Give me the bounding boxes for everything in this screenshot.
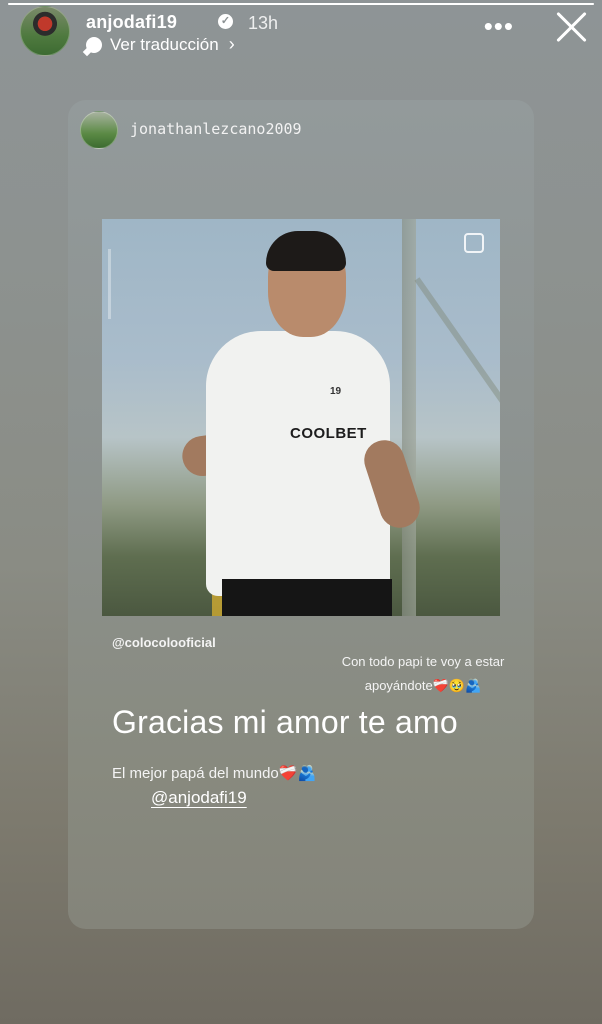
background-pole — [402, 219, 416, 616]
player-shirt — [206, 331, 390, 596]
shared-post-photo[interactable]: COOLBET 19 — [102, 219, 500, 616]
globe-icon — [86, 36, 102, 53]
post-time: 13h — [248, 13, 279, 33]
translate-link[interactable]: Ver traducción › — [86, 34, 235, 55]
multi-photo-icon — [464, 233, 484, 253]
chevron-right-icon: › — [228, 34, 235, 54]
translate-label: Ver traducción — [110, 34, 219, 54]
verified-icon: ✓ — [218, 14, 233, 29]
shirt-sponsor-text: COOLBET — [290, 425, 367, 442]
story-progress-bar — [8, 3, 594, 5]
shared-post-avatar[interactable] — [80, 111, 118, 149]
player-hair — [266, 231, 346, 271]
background-pole-diagonal — [414, 277, 500, 494]
shared-post-username[interactable]: jonathanlezcano2009 — [130, 120, 302, 138]
watermark — [108, 249, 111, 319]
reply-text: Con todo papi te voy a estar apoyándote❤… — [341, 654, 505, 693]
close-icon[interactable] — [554, 10, 588, 44]
main-caption: Gracias mi amor te amo — [112, 704, 458, 740]
best-dad-caption: El mejor papá del mundo❤️‍🩹🫂 — [112, 765, 317, 782]
shared-post-card[interactable]: jonathanlezcano2009 COOLBET 19 @colocolo… — [68, 100, 534, 929]
club-mention[interactable]: @colocolooficial — [112, 635, 216, 650]
shirt-number-text: 19 — [330, 386, 342, 397]
player-shorts — [222, 579, 392, 616]
story-progress-fill — [8, 3, 594, 5]
more-icon[interactable]: ••• — [484, 13, 514, 39]
story-header: anjodafi19 ✓ 13h Ver traducción › ••• — [20, 6, 588, 56]
author-username[interactable]: anjodafi19 — [86, 12, 177, 33]
author-avatar[interactable] — [20, 6, 70, 56]
user-tag-mention[interactable]: @anjodafi19 — [151, 788, 247, 808]
